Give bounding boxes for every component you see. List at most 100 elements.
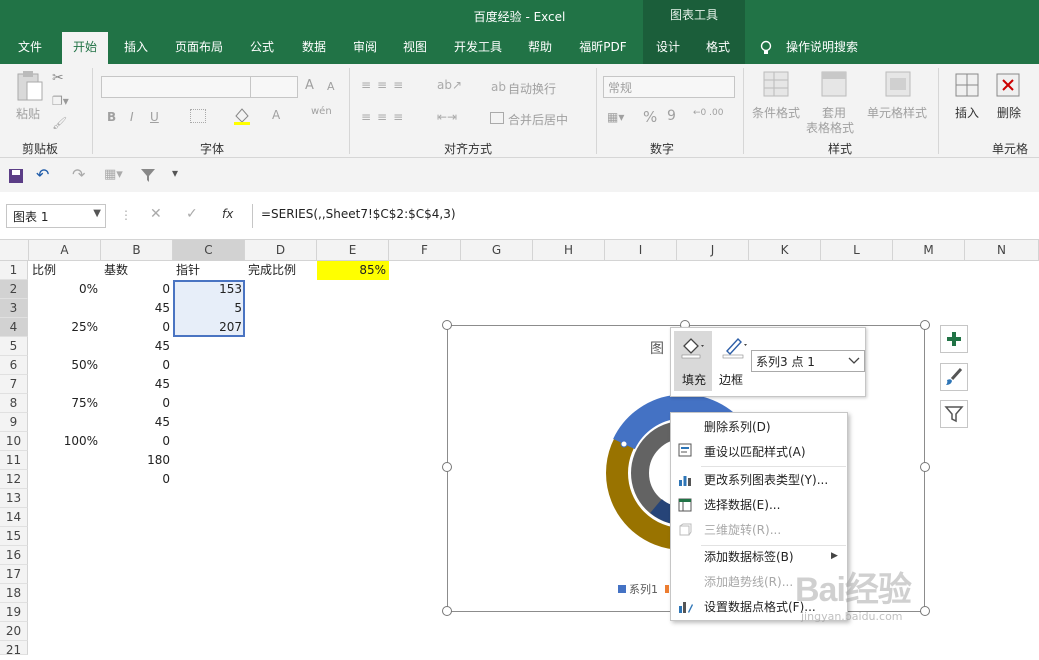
row-header[interactable]: 12 xyxy=(0,470,28,489)
cell-a10[interactable]: 100% xyxy=(29,432,101,451)
cell-a2[interactable]: 0% xyxy=(29,280,101,299)
italic-button[interactable]: I xyxy=(130,110,134,124)
grow-font-button[interactable]: A xyxy=(305,78,314,93)
insert-cells-button[interactable]: 插入 xyxy=(955,104,979,121)
undo-icon[interactable]: ↶ xyxy=(36,165,49,184)
row-header[interactable]: 18 xyxy=(0,584,28,603)
underline-button[interactable]: U xyxy=(150,110,159,124)
row-header[interactable]: 10 xyxy=(0,432,28,451)
column-header[interactable]: L xyxy=(821,240,893,261)
cell-a8[interactable]: 75% xyxy=(29,394,101,413)
horizontal-align-icons[interactable]: ≡≡≡ xyxy=(361,110,431,124)
tab-home[interactable]: 开始 xyxy=(62,32,108,64)
borders-icon[interactable] xyxy=(190,109,206,123)
row-header[interactable]: 7 xyxy=(0,375,28,394)
menu-3d-rotation[interactable]: 三维旋转(R)... xyxy=(671,518,847,543)
cell-b5[interactable]: 45 xyxy=(101,337,173,356)
column-header[interactable]: G xyxy=(461,240,533,261)
row-header[interactable]: 13 xyxy=(0,489,28,508)
column-header[interactable]: C xyxy=(173,240,245,261)
cell-c4[interactable]: 207 xyxy=(173,318,245,337)
tab-data[interactable]: 数据 xyxy=(294,32,334,64)
tab-review[interactable]: 审阅 xyxy=(345,32,385,64)
select-all-corner[interactable] xyxy=(0,240,29,261)
cell-b8[interactable]: 0 xyxy=(101,394,173,413)
merge-center-button[interactable]: 合并后居中 xyxy=(508,111,568,128)
resize-handle[interactable] xyxy=(442,606,452,616)
row-header[interactable]: 19 xyxy=(0,603,28,622)
customize-qat-icon[interactable]: ▾ xyxy=(172,166,178,180)
phonetic-guide-button[interactable]: wén xyxy=(311,106,332,117)
fill-color-icon[interactable] xyxy=(233,106,251,126)
form-icon[interactable]: ▦▾ xyxy=(104,167,123,182)
row-header[interactable]: 11 xyxy=(0,451,28,470)
row-header[interactable]: 4 xyxy=(0,318,28,337)
cell-c2[interactable]: 153 xyxy=(173,280,245,299)
cell-b11[interactable]: 180 xyxy=(101,451,173,470)
cut-icon[interactable]: ✂ xyxy=(52,70,64,86)
row-header[interactable]: 9 xyxy=(0,413,28,432)
column-header[interactable]: H xyxy=(533,240,605,261)
column-header[interactable]: J xyxy=(677,240,749,261)
resize-handle[interactable] xyxy=(920,320,930,330)
indent-icons[interactable]: ⇤⇥ xyxy=(437,110,457,124)
save-icon[interactable] xyxy=(8,168,24,184)
cell-b2[interactable]: 0 xyxy=(101,280,173,299)
column-header[interactable]: K xyxy=(749,240,821,261)
redo-icon[interactable]: ↷ xyxy=(72,165,85,184)
resize-handle[interactable] xyxy=(920,462,930,472)
format-as-table-button-line2[interactable]: 表格格式 xyxy=(806,119,854,136)
cell-b7[interactable]: 45 xyxy=(101,375,173,394)
tab-insert[interactable]: 插入 xyxy=(114,32,158,64)
menu-change-series-chart-type[interactable]: 更改系列图表类型(Y)... xyxy=(671,468,847,493)
chart-title[interactable]: 图 xyxy=(650,338,664,358)
column-header[interactable]: I xyxy=(605,240,677,261)
format-painter-icon[interactable]: 🖌 xyxy=(52,116,67,130)
outline-button[interactable]: 边框 xyxy=(717,331,751,391)
font-color-button[interactable]: A xyxy=(272,108,280,122)
cell-a1[interactable]: 比例 xyxy=(29,261,101,280)
menu-reset-match-style[interactable]: 重设以匹配样式(A) xyxy=(671,440,847,465)
row-header[interactable]: 5 xyxy=(0,337,28,356)
cell-e1[interactable]: 85% xyxy=(317,261,389,280)
cell-b12[interactable]: 0 xyxy=(101,470,173,489)
row-header[interactable]: 1 xyxy=(0,261,28,280)
paste-icon[interactable] xyxy=(14,70,44,104)
tab-foxit-pdf[interactable]: 福昕PDF xyxy=(574,32,632,64)
fill-button[interactable]: 填充 xyxy=(674,331,712,391)
row-header[interactable]: 8 xyxy=(0,394,28,413)
row-header[interactable]: 16 xyxy=(0,546,28,565)
cell-b1[interactable]: 基数 xyxy=(101,261,173,280)
row-header[interactable]: 21 xyxy=(0,641,28,657)
row-header[interactable]: 15 xyxy=(0,527,28,546)
formula-input[interactable]: =SERIES(,,Sheet7!$C$2:$C$4,3) xyxy=(252,204,1039,228)
number-format-combo[interactable]: 常规 xyxy=(603,76,735,98)
column-header[interactable]: F xyxy=(389,240,461,261)
row-header[interactable]: 6 xyxy=(0,356,28,375)
tab-file[interactable]: 文件 xyxy=(8,32,52,64)
insert-function-button[interactable]: fx xyxy=(222,207,233,221)
name-box[interactable]: 图表 1 ▼ xyxy=(6,204,106,228)
vertical-align-icons[interactable]: ≡≡≡ xyxy=(361,78,431,92)
cell-a4[interactable]: 25% xyxy=(29,318,101,337)
cell-a6[interactable]: 50% xyxy=(29,356,101,375)
cell-d1[interactable]: 完成比例 xyxy=(245,261,317,280)
enter-icon[interactable]: ✓ xyxy=(186,206,198,222)
row-header[interactable]: 17 xyxy=(0,565,28,584)
tab-page-layout[interactable]: 页面布局 xyxy=(168,32,230,64)
accounting-icon[interactable]: ▦▾ xyxy=(607,110,624,124)
column-header[interactable]: B xyxy=(101,240,173,261)
copy-icon[interactable]: ❐▾ xyxy=(52,94,69,108)
chart-elements-button[interactable] xyxy=(940,325,968,353)
tab-design[interactable]: 设计 xyxy=(648,32,688,64)
tab-format[interactable]: 格式 xyxy=(698,32,738,64)
tab-help[interactable]: 帮助 xyxy=(520,32,560,64)
chart-filters-button[interactable] xyxy=(940,400,968,428)
cell-b10[interactable]: 0 xyxy=(101,432,173,451)
wrap-text-button[interactable]: 自动换行 xyxy=(508,80,556,97)
orientation-icon[interactable]: ab↗ xyxy=(437,78,462,92)
column-header[interactable]: E xyxy=(317,240,389,261)
row-header[interactable]: 2 xyxy=(0,280,28,299)
cell-styles-button[interactable]: 单元格样式 xyxy=(867,104,927,121)
font-name-combo[interactable] xyxy=(101,76,251,98)
